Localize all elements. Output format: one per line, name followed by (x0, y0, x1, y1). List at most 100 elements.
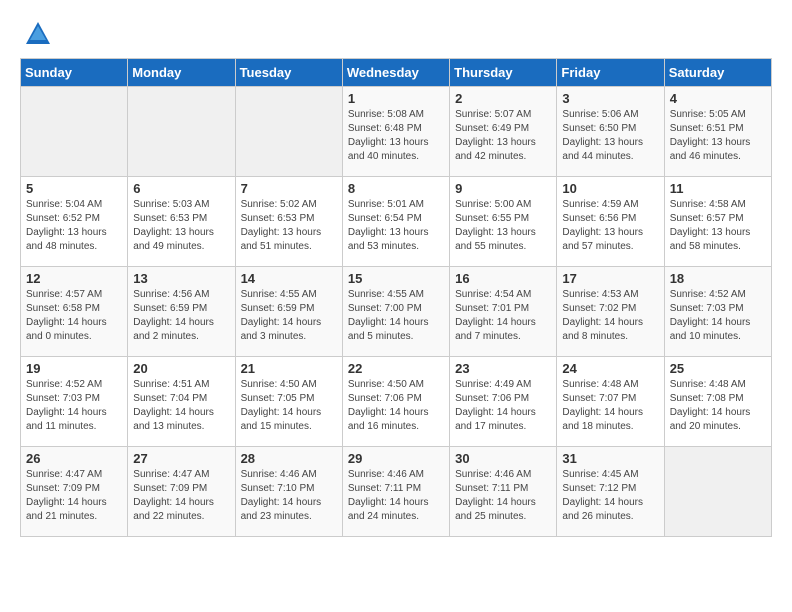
day-number: 28 (241, 451, 337, 466)
calendar-day-cell (21, 87, 128, 177)
day-info: Sunrise: 4:48 AM Sunset: 7:07 PM Dayligh… (562, 378, 658, 434)
day-number: 4 (670, 91, 766, 106)
logo (20, 20, 52, 48)
calendar-day-cell: 10Sunrise: 4:59 AM Sunset: 6:56 PM Dayli… (557, 177, 664, 267)
calendar-day-cell: 11 Sunrise: 4:58 AM Sunset: 6:57 PM Dayli… (664, 177, 771, 267)
day-info: Sunrise: 4:51 AM Sunset: 7:04 PM Dayligh… (133, 378, 229, 434)
day-info: Sunrise: 5:04 AM Sunset: 6:52 PM Dayligh… (26, 198, 122, 254)
calendar-header-row: SundayMondayTuesdayWednesdayThursdayFrid… (21, 59, 772, 87)
calendar-day-cell: 9 Sunrise: 5:00 AM Sunset: 6:55 PM Daylig… (450, 177, 557, 267)
day-info: Sunrise: 4:50 AM Sunset: 7:05 PM Dayligh… (241, 378, 337, 434)
day-info: Sunrise: 4:45 AM Sunset: 7:12 PM Dayligh… (562, 468, 658, 524)
day-info: Sunrise: 5:02 AM Sunset: 6:53 PM Dayligh… (241, 198, 337, 254)
day-number: 11 (670, 181, 766, 196)
calendar-table: SundayMondayTuesdayWednesdayThursdayFrid… (20, 58, 772, 537)
day-info: Sunrise: 4:48 AM Sunset: 7:08 PM Dayligh… (670, 378, 766, 434)
calendar-day-cell: 12Sunrise: 4:57 AM Sunset: 6:58 PM Dayli… (21, 267, 128, 357)
calendar-day-cell: 20 Sunrise: 4:51 AM Sunset: 7:04 PM Dayli… (128, 357, 235, 447)
calendar-day-cell: 17 Sunrise: 4:53 AM Sunset: 7:02 PM Dayli… (557, 267, 664, 357)
day-number: 23 (455, 361, 551, 376)
calendar-day-cell: 3Sunrise: 5:06 AM Sunset: 6:50 PM Daylig… (557, 87, 664, 177)
day-info: Sunrise: 4:59 AM Sunset: 6:56 PM Dayligh… (562, 198, 658, 254)
day-info: Sunrise: 4:47 AM Sunset: 7:09 PM Dayligh… (26, 468, 122, 524)
day-number: 3 (562, 91, 658, 106)
calendar-day-cell: 4 Sunrise: 5:05 AM Sunset: 6:51 PM Daylig… (664, 87, 771, 177)
calendar-week-row: 12Sunrise: 4:57 AM Sunset: 6:58 PM Dayli… (21, 267, 772, 357)
day-info: Sunrise: 4:54 AM Sunset: 7:01 PM Dayligh… (455, 288, 551, 344)
day-number: 20 (133, 361, 229, 376)
calendar-day-cell: 29Sunrise: 4:46 AM Sunset: 7:11 PM Dayli… (342, 447, 449, 537)
calendar-week-row: 26 Sunrise: 4:47 AM Sunset: 7:09 PM Dayli… (21, 447, 772, 537)
day-info: Sunrise: 5:01 AM Sunset: 6:54 PM Dayligh… (348, 198, 444, 254)
day-number: 14 (241, 271, 337, 286)
calendar-day-cell: 23Sunrise: 4:49 AM Sunset: 7:06 PM Dayli… (450, 357, 557, 447)
calendar-day-cell: 18Sunrise: 4:52 AM Sunset: 7:03 PM Dayli… (664, 267, 771, 357)
day-info: Sunrise: 5:00 AM Sunset: 6:55 PM Dayligh… (455, 198, 551, 254)
calendar-day-cell: 6 Sunrise: 5:03 AM Sunset: 6:53 PM Daylig… (128, 177, 235, 267)
calendar-day-cell: 31 Sunrise: 4:45 AM Sunset: 7:12 PM Dayli… (557, 447, 664, 537)
day-number: 15 (348, 271, 444, 286)
day-number: 22 (348, 361, 444, 376)
day-info: Sunrise: 4:55 AM Sunset: 7:00 PM Dayligh… (348, 288, 444, 344)
day-info: Sunrise: 4:46 AM Sunset: 7:10 PM Dayligh… (241, 468, 337, 524)
calendar-day-cell (664, 447, 771, 537)
day-number: 5 (26, 181, 122, 196)
day-info: Sunrise: 4:53 AM Sunset: 7:02 PM Dayligh… (562, 288, 658, 344)
day-number: 19 (26, 361, 122, 376)
calendar-day-cell: 30Sunrise: 4:46 AM Sunset: 7:11 PM Dayli… (450, 447, 557, 537)
day-info: Sunrise: 4:47 AM Sunset: 7:09 PM Dayligh… (133, 468, 229, 524)
calendar-day-cell: 13 Sunrise: 4:56 AM Sunset: 6:59 PM Dayli… (128, 267, 235, 357)
day-number: 17 (562, 271, 658, 286)
day-number: 16 (455, 271, 551, 286)
calendar-day-cell: 14 Sunrise: 4:55 AM Sunset: 6:59 PM Dayli… (235, 267, 342, 357)
day-info: Sunrise: 4:58 AM Sunset: 6:57 PM Dayligh… (670, 198, 766, 254)
day-number: 13 (133, 271, 229, 286)
calendar-day-cell: 5 Sunrise: 5:04 AM Sunset: 6:52 PM Daylig… (21, 177, 128, 267)
day-number: 12 (26, 271, 122, 286)
day-number: 9 (455, 181, 551, 196)
calendar-day-cell (235, 87, 342, 177)
day-number: 6 (133, 181, 229, 196)
day-of-week-header: Wednesday (342, 59, 449, 87)
day-of-week-header: Sunday (21, 59, 128, 87)
day-number: 2 (455, 91, 551, 106)
calendar-day-cell: 7Sunrise: 5:02 AM Sunset: 6:53 PM Daylig… (235, 177, 342, 267)
day-number: 21 (241, 361, 337, 376)
calendar-week-row: 1 Sunrise: 5:08 AM Sunset: 6:48 PM Daylig… (21, 87, 772, 177)
day-of-week-header: Monday (128, 59, 235, 87)
day-info: Sunrise: 4:46 AM Sunset: 7:11 PM Dayligh… (348, 468, 444, 524)
day-of-week-header: Thursday (450, 59, 557, 87)
day-number: 1 (348, 91, 444, 106)
day-info: Sunrise: 4:50 AM Sunset: 7:06 PM Dayligh… (348, 378, 444, 434)
day-info: Sunrise: 5:08 AM Sunset: 6:48 PM Dayligh… (348, 108, 444, 164)
calendar-day-cell (128, 87, 235, 177)
calendar-day-cell: 22 Sunrise: 4:50 AM Sunset: 7:06 PM Dayli… (342, 357, 449, 447)
day-info: Sunrise: 4:56 AM Sunset: 6:59 PM Dayligh… (133, 288, 229, 344)
day-info: Sunrise: 4:55 AM Sunset: 6:59 PM Dayligh… (241, 288, 337, 344)
day-of-week-header: Tuesday (235, 59, 342, 87)
day-info: Sunrise: 4:52 AM Sunset: 7:03 PM Dayligh… (26, 378, 122, 434)
calendar-day-cell: 28 Sunrise: 4:46 AM Sunset: 7:10 PM Dayli… (235, 447, 342, 537)
day-number: 18 (670, 271, 766, 286)
day-number: 24 (562, 361, 658, 376)
calendar-day-cell: 15 Sunrise: 4:55 AM Sunset: 7:00 PM Dayli… (342, 267, 449, 357)
calendar-day-cell: 26 Sunrise: 4:47 AM Sunset: 7:09 PM Dayli… (21, 447, 128, 537)
day-number: 31 (562, 451, 658, 466)
page-header (20, 20, 772, 48)
day-of-week-header: Saturday (664, 59, 771, 87)
day-number: 26 (26, 451, 122, 466)
calendar-day-cell: 24 Sunrise: 4:48 AM Sunset: 7:07 PM Dayli… (557, 357, 664, 447)
calendar-day-cell: 19 Sunrise: 4:52 AM Sunset: 7:03 PM Dayli… (21, 357, 128, 447)
day-info: Sunrise: 5:03 AM Sunset: 6:53 PM Dayligh… (133, 198, 229, 254)
logo-icon (24, 20, 52, 48)
day-info: Sunrise: 5:05 AM Sunset: 6:51 PM Dayligh… (670, 108, 766, 164)
calendar-day-cell: 2 Sunrise: 5:07 AM Sunset: 6:49 PM Daylig… (450, 87, 557, 177)
day-number: 27 (133, 451, 229, 466)
calendar-week-row: 19 Sunrise: 4:52 AM Sunset: 7:03 PM Dayli… (21, 357, 772, 447)
day-number: 8 (348, 181, 444, 196)
day-info: Sunrise: 5:07 AM Sunset: 6:49 PM Dayligh… (455, 108, 551, 164)
calendar-day-cell: 27 Sunrise: 4:47 AM Sunset: 7:09 PM Dayli… (128, 447, 235, 537)
calendar-day-cell: 16 Sunrise: 4:54 AM Sunset: 7:01 PM Dayli… (450, 267, 557, 357)
day-of-week-header: Friday (557, 59, 664, 87)
calendar-week-row: 5 Sunrise: 5:04 AM Sunset: 6:52 PM Daylig… (21, 177, 772, 267)
